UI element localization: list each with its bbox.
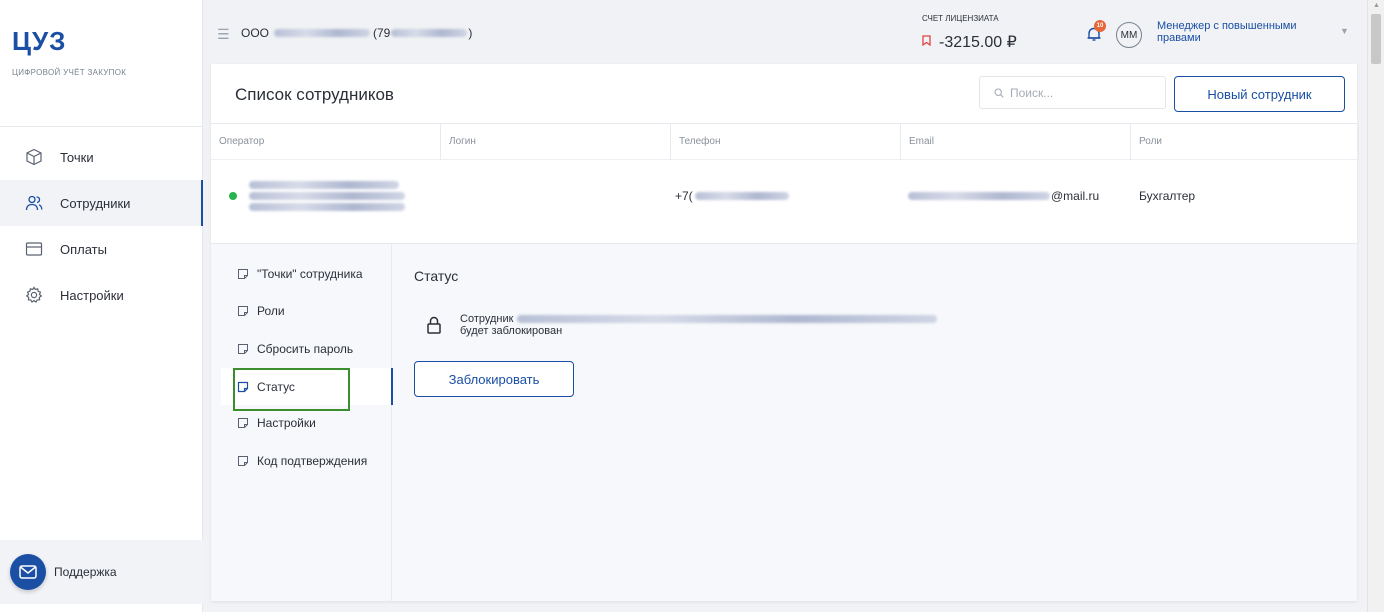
search-box[interactable] [979,76,1166,109]
org-prefix: ООО [241,26,270,40]
detail-menu-label: Роли [257,303,285,318]
sidebar-item-label: Оплаты [60,241,107,257]
mail-icon [19,565,37,579]
detail-menu-label: Код подтверждения [257,453,368,468]
menu-icon[interactable]: ☰ [217,26,230,43]
table-header: Оператор Логин Телефон Email Роли [211,124,1359,160]
org-inn-open: (79 [373,26,391,40]
email-cell: @mail.ru [908,170,1099,222]
new-employee-button[interactable]: Новый сотрудник [1174,76,1345,112]
account-label: СЧЕТ ЛИЦЕНЗИАТА [922,14,999,23]
email-domain: @mail.ru [1051,189,1100,203]
card-header: Список сотрудников Новый сотрудник [211,64,1357,124]
note-icon [238,343,248,354]
sidebar-item-label: Настройки [60,287,124,303]
support-button[interactable] [10,554,46,590]
employee-detail-panel: "Точки" сотрудника Роли Сбросить пароль … [211,243,1357,602]
status-dot [229,192,237,200]
phone-cell: +7( [675,170,789,222]
support-panel[interactable]: Поддержка [0,540,203,604]
users-icon [24,193,44,213]
notifications-badge: 10 [1094,20,1106,32]
status-title: Статус [414,268,459,284]
detail-menu-item-reset-password[interactable]: Сбросить пароль [221,330,392,367]
detail-menu-label: "Точки" сотрудника [257,266,363,281]
detail-menu-label: Сбросить пароль [257,341,354,356]
role-cell: Бухгалтер [1139,189,1196,203]
scrollbar-thumb[interactable] [1371,14,1381,64]
email-redacted [908,192,1050,200]
column-header-login[interactable]: Логин [441,124,671,160]
phone-prefix: +7( [675,189,693,203]
org-name-redacted [274,29,371,37]
bookmark-icon [922,35,931,49]
sidebar-item-label: Точки [60,149,94,165]
note-icon [238,305,248,316]
employee-name-redacted [517,315,938,323]
phone-redacted [694,192,789,200]
cube-icon [24,147,44,167]
avatar[interactable]: ММ [1116,22,1142,48]
org-inn-redacted [391,29,468,37]
sidebar: ЦУЗ цифровой учёт закупок Точки [0,0,203,612]
sidebar-nav: Точки Сотрудники Оплаты Настройки [0,134,203,318]
gear-icon [24,285,44,305]
chevron-down-icon[interactable]: ▼ [1340,26,1349,36]
block-button[interactable]: Заблокировать [414,361,574,397]
column-header-email[interactable]: Email [901,124,1131,160]
employee-prefix: Сотрудник [460,313,514,325]
column-header-roles[interactable]: Роли [1131,124,1359,160]
block-warning: Сотрудник будет заблокирован [460,313,938,337]
search-icon [994,87,1004,98]
operator-name-redacted [249,181,405,211]
operator-cell [229,170,405,222]
sidebar-item-settings[interactable]: Настройки [0,272,203,318]
org-inn-close: ) [468,26,473,40]
detail-menu: "Точки" сотрудника Роли Сбросить пароль … [221,244,393,602]
column-header-operator[interactable]: Оператор [211,124,441,160]
column-header-phone[interactable]: Телефон [671,124,901,160]
logo-subtitle: цифровой учёт закупок [12,68,127,77]
user-role[interactable]: Менеджер с повышенными правами [1157,20,1307,44]
scroll-up-arrow[interactable]: ▲ [1373,2,1380,9]
sidebar-item-payments[interactable]: Оплаты [0,226,203,272]
page-title: Список сотрудников [235,85,394,104]
note-icon [238,455,248,466]
card-icon [24,239,44,259]
search-input[interactable] [1010,85,1150,100]
scrollbar[interactable]: ▲ [1367,0,1384,612]
support-label[interactable]: Поддержка [54,565,117,579]
sidebar-item-points[interactable]: Точки [0,134,203,180]
will-be-blocked-text: будет заблокирован [460,325,563,337]
notifications-button[interactable]: 10 [1086,20,1106,47]
account-value: -3215.00 ₽ [939,34,1017,51]
sidebar-item-employees[interactable]: Сотрудники [0,180,203,226]
account-balance: -3215.00 ₽ [922,32,1017,52]
note-icon [238,268,248,279]
lock-icon [427,316,441,334]
selection-highlight [233,368,350,411]
sidebar-item-label: Сотрудники [60,195,131,211]
sidebar-divider [0,126,203,127]
logo[interactable]: ЦУЗ [12,26,66,57]
detail-menu-item-points[interactable]: "Точки" сотрудника [221,255,392,292]
note-icon [238,417,248,428]
detail-menu-item-confirmation-code[interactable]: Код подтверждения [221,442,392,479]
topbar: ☰ ООО (79 ) СЧЕТ ЛИЦЕНЗИАТА -3215.00 ₽ 1… [203,0,1367,64]
status-section: Статус Сотрудник будет заблокирован Забл… [414,244,1344,602]
detail-menu-item-roles[interactable]: Роли [221,292,392,329]
table-row[interactable]: +7( @mail.ru Бухгалтер [211,170,1357,222]
org-name[interactable]: ООО (79 ) [241,26,472,40]
detail-menu-label: Настройки [257,415,316,430]
employees-card: Список сотрудников Новый сотрудник Опера… [211,64,1359,602]
